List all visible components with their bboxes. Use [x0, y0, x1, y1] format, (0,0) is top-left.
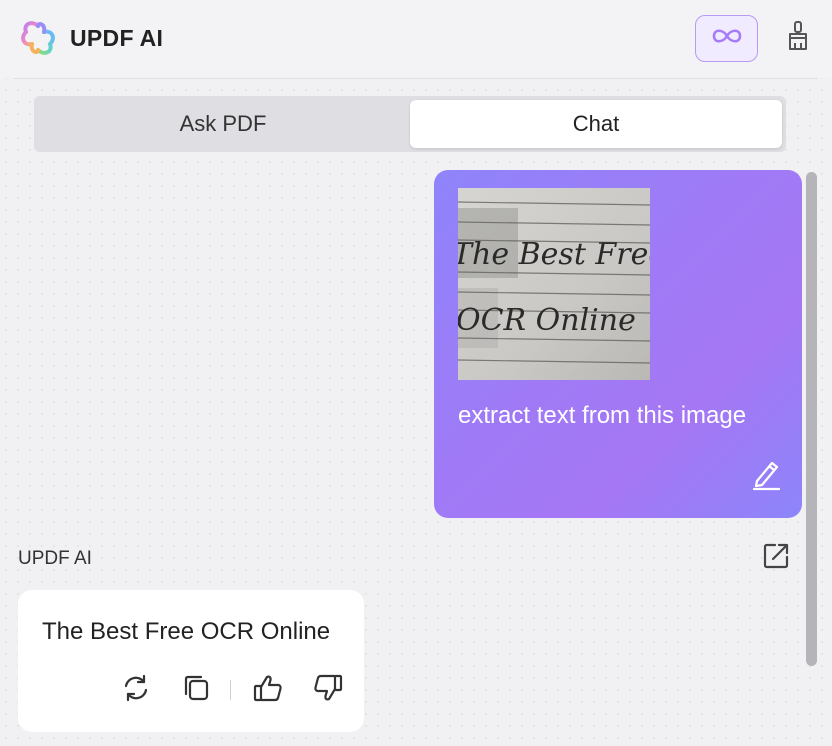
regenerate-button[interactable] — [118, 672, 154, 708]
tab-chat[interactable]: Chat — [410, 100, 782, 148]
external-link-icon — [761, 541, 791, 576]
app-title: UPDF AI — [70, 25, 164, 51]
edit-message-button[interactable] — [750, 458, 782, 494]
handwriting-line-2: OCR Online — [458, 303, 636, 338]
actions-divider — [230, 680, 231, 700]
tab-ask-pdf[interactable]: Ask PDF — [38, 100, 408, 148]
ai-message-text: The Best Free OCR Online — [42, 618, 331, 645]
thumbs-down-icon — [312, 673, 344, 708]
user-message-bubble: The Best Free OCR Online extract text fr… — [434, 170, 802, 518]
chat-scrollbar[interactable] — [806, 172, 818, 666]
like-button[interactable] — [250, 672, 286, 708]
dislike-button[interactable] — [310, 672, 346, 708]
ai-sender-label: UPDF AI — [18, 548, 92, 569]
header: UPDF AI — [0, 0, 832, 78]
updf-flower-logo-icon — [20, 20, 56, 56]
infinity-button[interactable] — [695, 15, 758, 62]
broom-icon — [786, 20, 810, 57]
ai-message-actions — [118, 672, 350, 708]
updf-ai-panel: UPDF AI Ask PDF Chat he Best Fre OCR Onl… — [0, 0, 832, 746]
export-button[interactable] — [760, 542, 792, 574]
thumbs-up-icon — [252, 673, 284, 708]
handwritten-note-image[interactable]: The Best Free OCR Online — [458, 188, 650, 380]
pencil-icon — [751, 457, 781, 496]
copy-button[interactable] — [178, 672, 214, 708]
copy-icon — [181, 673, 211, 708]
ai-message-bubble: The Best Free OCR Online — [18, 590, 364, 732]
mode-tabs: Ask PDF Chat — [34, 96, 786, 152]
scrollbar-thumb[interactable] — [806, 172, 817, 666]
refresh-icon — [121, 673, 151, 708]
user-message-text: extract text from this image — [458, 402, 747, 429]
header-divider — [14, 78, 818, 79]
infinity-icon — [710, 26, 744, 51]
handwriting-line-1: The Best Free — [458, 237, 650, 272]
clear-chat-button[interactable] — [784, 20, 812, 56]
